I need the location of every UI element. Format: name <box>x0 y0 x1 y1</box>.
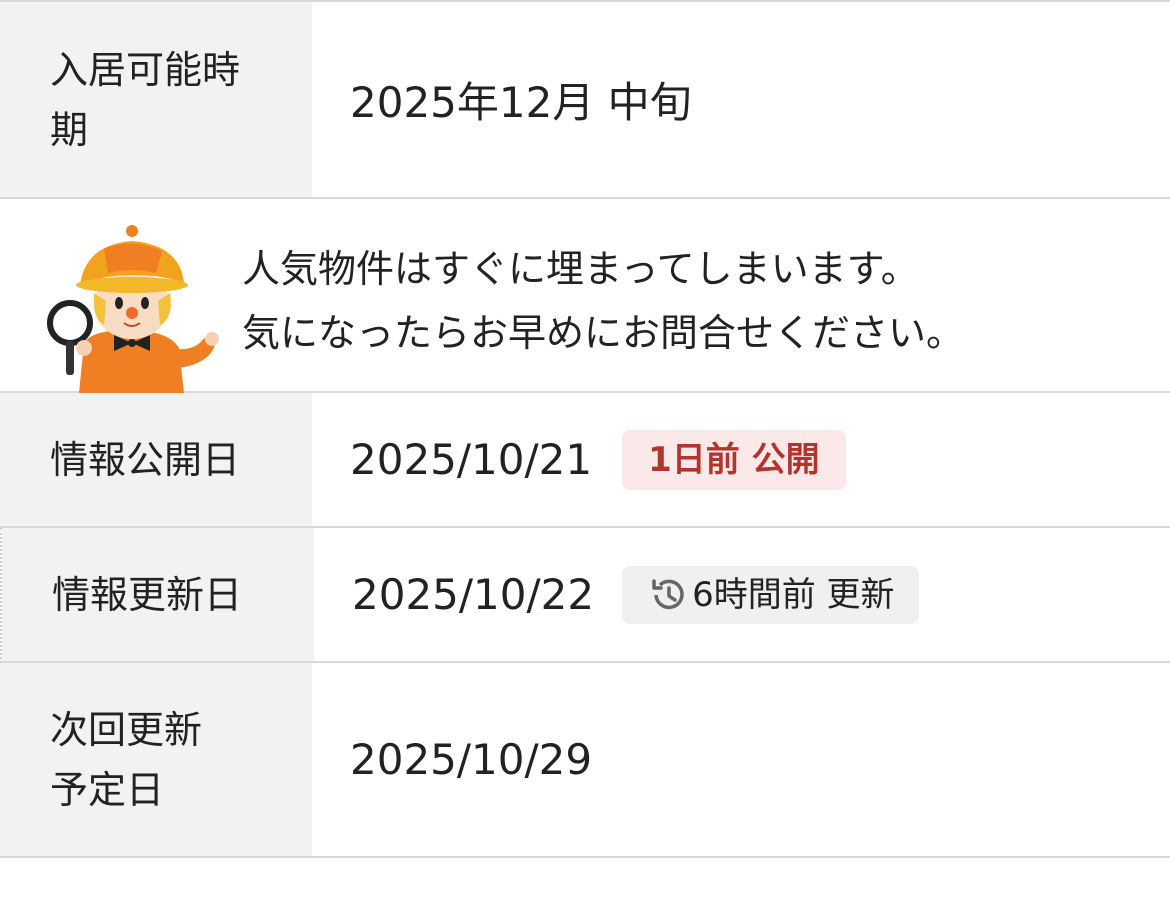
promo-line2: 気になったらお早めにお問合せください。 <box>242 311 965 355</box>
next-update-label-line1: 次回更新 <box>50 707 203 752</box>
updated-value-cell: 2025/10/22 6時間前 更新 <box>314 528 1170 661</box>
move-in-label-line1: 入居可能時 <box>50 47 241 92</box>
updated-label: 情報更新日 <box>2 528 314 661</box>
published-label: 情報公開日 <box>0 393 312 526</box>
published-badge: 1日前 公開 <box>622 429 846 490</box>
move-in-label: 入居可能時 期 <box>0 2 312 197</box>
next-update-label-line2: 予定日 <box>50 767 165 812</box>
updated-badge-text: 6時間前 更新 <box>692 574 895 615</box>
updated-row: 情報更新日 2025/10/22 6時間前 更新 <box>0 528 1170 663</box>
history-icon <box>652 578 684 609</box>
promo-line1: 人気物件はすぐに埋まってしまいます。 <box>242 247 919 291</box>
published-value-cell: 2025/10/21 1日前 公開 <box>312 393 1170 526</box>
move-in-label-line2: 期 <box>50 107 89 152</box>
published-date: 2025/10/21 <box>350 435 593 484</box>
promo-message: 人気物件はすぐに埋まってしまいます。 気になったらお早めにお問合せください。 <box>242 237 964 365</box>
detective-mascot-icon <box>47 225 219 393</box>
next-update-row: 次回更新 予定日 2025/10/29 <box>0 663 1170 858</box>
updated-badge: 6時間前 更新 <box>622 565 919 624</box>
updated-date: 2025/10/22 <box>352 570 595 619</box>
next-update-label: 次回更新 予定日 <box>0 663 312 856</box>
move-in-row: 入居可能時 期 2025年12月 中旬 <box>0 2 1170 199</box>
published-row: 情報公開日 2025/10/21 1日前 公開 <box>0 393 1170 528</box>
next-update-value: 2025/10/29 <box>350 735 593 784</box>
move-in-value: 2025年12月 中旬 <box>350 78 692 127</box>
promo-banner: 人気物件はすぐに埋まってしまいます。 気になったらお早めにお問合せください。 <box>0 199 1170 393</box>
